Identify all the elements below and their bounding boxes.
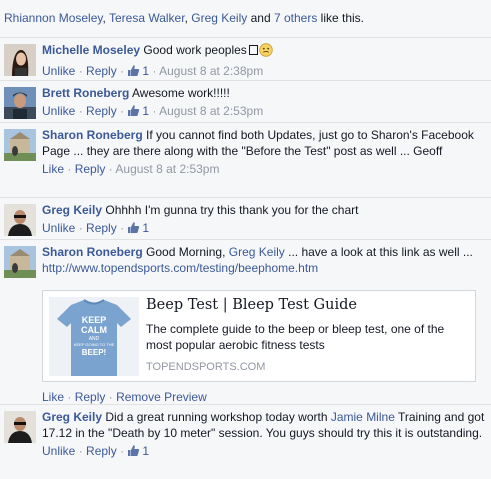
comment-author[interactable]: Greg Keily: [42, 203, 102, 217]
preview-title[interactable]: Beep Test | Bleep Test Guide: [146, 297, 357, 313]
comment: Brett Roneberg Awesome work!!!!! Unlike …: [0, 81, 491, 123]
separator-dot: ·: [152, 64, 157, 78]
comment-text: Did a great running workshop today worth: [105, 410, 331, 424]
unlike-link[interactable]: Unlike: [42, 221, 75, 235]
comment-text: ... have a look at this link as well ...: [284, 245, 473, 259]
avatar[interactable]: [4, 87, 36, 119]
smiley-face-icon: [259, 43, 273, 61]
likes-suffix: like this.: [317, 11, 365, 25]
missing-glyph-icon: [248, 45, 258, 55]
separator-dot: ·: [152, 104, 157, 118]
shirt-text: CALM: [81, 325, 107, 335]
reply-link[interactable]: Reply: [86, 221, 117, 235]
separator-dot: ·: [78, 104, 83, 118]
comment-timestamp[interactable]: August 8 at 2:53pm: [115, 162, 219, 176]
liker-link[interactable]: Rhiannon Moseley: [4, 11, 103, 25]
comment-like-count[interactable]: 1: [127, 104, 149, 118]
like-link[interactable]: Like: [42, 390, 64, 404]
avatar[interactable]: [4, 204, 36, 236]
reply-link[interactable]: Reply: [86, 64, 117, 78]
shirt-text: KEEP: [82, 315, 107, 325]
avatar[interactable]: [4, 246, 36, 278]
mention-link[interactable]: Jamie Milne: [331, 410, 395, 424]
avatar[interactable]: [4, 44, 36, 76]
unlike-link[interactable]: Unlike: [42, 104, 75, 118]
reply-link[interactable]: Reply: [75, 162, 106, 176]
unlike-link[interactable]: Unlike: [42, 444, 75, 458]
thumbs-up-icon: [128, 105, 140, 116]
reply-link[interactable]: Reply: [86, 444, 117, 458]
comment-text: Good Morning,: [146, 245, 229, 259]
avatar[interactable]: [4, 129, 36, 161]
separator-dot: ·: [120, 221, 125, 235]
comment: Michelle Moseley Good work peoples Unlik…: [0, 38, 491, 81]
comment-author[interactable]: Michelle Moseley: [42, 43, 140, 57]
and-text: and: [247, 11, 274, 25]
comment-text: Good work peoples: [143, 43, 247, 57]
comment: Sharon Roneberg If you cannot find both …: [0, 123, 491, 198]
reply-link[interactable]: Reply: [75, 390, 106, 404]
separator-dot: ·: [108, 162, 113, 176]
mention-link[interactable]: Greg Keily: [229, 245, 285, 259]
remove-preview-link[interactable]: Remove Preview: [116, 390, 207, 404]
liker-link[interactable]: Greg Keily: [191, 11, 247, 25]
separator-dot: ·: [67, 390, 72, 404]
separator-dot: ·: [78, 221, 83, 235]
shirt-text: KEEP GOING TO THE: [74, 342, 115, 347]
shirt-text: BEEP!: [82, 348, 106, 357]
comment-author[interactable]: Sharon Roneberg: [42, 128, 143, 142]
likes-summary: Rhiannon Moseley, Teresa Walker, Greg Ke…: [0, 0, 491, 38]
link-preview-card[interactable]: KEEP CALM AND KEEP GOING TO THE BEEP! Be…: [42, 290, 476, 382]
comment-like-count[interactable]: 1: [127, 444, 149, 458]
separator-dot: ·: [78, 444, 83, 458]
comment-text: Ohhhh I'm gunna try this thank you for t…: [105, 203, 359, 217]
others-link[interactable]: 7 others: [274, 11, 317, 25]
thumbs-up-icon: [128, 222, 140, 233]
preview-description: The complete guide to the beep or bleep …: [146, 322, 445, 352]
separator-dot: ·: [67, 162, 72, 176]
separator-dot: ·: [120, 444, 125, 458]
comment-like-count[interactable]: 1: [127, 221, 149, 235]
preview-domain: TOPENDSPORTS.COM: [146, 361, 266, 373]
thumbs-up-icon: [128, 445, 140, 456]
comment-author[interactable]: Sharon Roneberg: [42, 245, 143, 259]
comment-author[interactable]: Greg Keily: [42, 410, 102, 424]
comment: Greg Keily Ohhhh I'm gunna try this than…: [0, 198, 491, 240]
like-link[interactable]: Like: [42, 162, 64, 176]
comment-timestamp[interactable]: August 8 at 2:38pm: [159, 64, 263, 78]
comment-timestamp[interactable]: August 8 at 2:53pm: [159, 104, 263, 118]
reply-link[interactable]: Reply: [86, 104, 117, 118]
liker-link[interactable]: Teresa Walker: [109, 11, 185, 25]
comment-text: Awesome work!!!!!: [132, 86, 230, 100]
separator-dot: ·: [120, 104, 125, 118]
comment-like-count[interactable]: 1: [127, 64, 149, 78]
separator-dot: ·: [78, 64, 83, 78]
separator-dot: ·: [120, 64, 125, 78]
comment-author[interactable]: Brett Roneberg: [42, 86, 129, 100]
unlike-link[interactable]: Unlike: [42, 64, 75, 78]
avatar[interactable]: [4, 411, 36, 443]
separator-dot: ·: [108, 390, 113, 404]
comment: Greg Keily Did a great running workshop …: [0, 405, 491, 479]
preview-thumbnail[interactable]: KEEP CALM AND KEEP GOING TO THE BEEP!: [49, 297, 139, 376]
url-link[interactable]: http://www.topendsports.com/testing/beep…: [42, 261, 318, 275]
thumbs-up-icon: [128, 65, 140, 76]
